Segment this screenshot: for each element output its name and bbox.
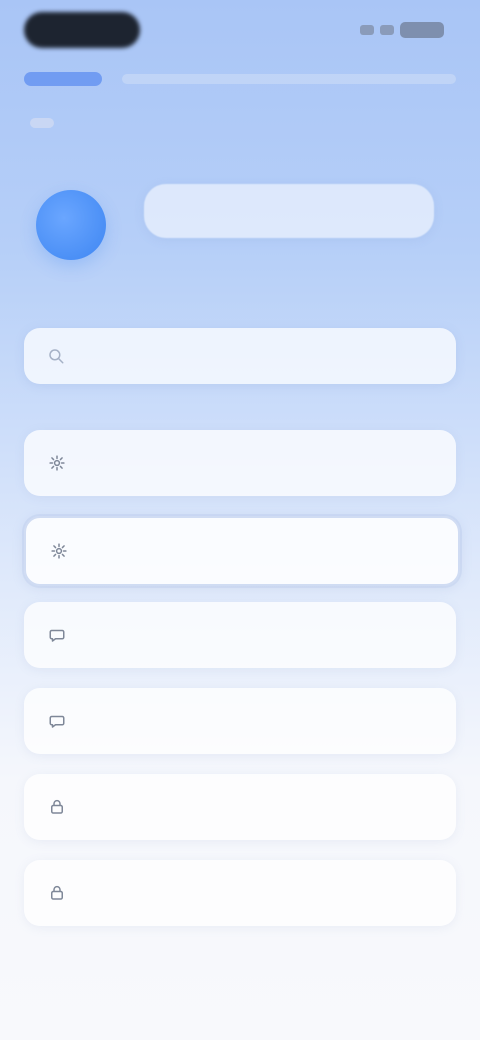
signal-icon (360, 25, 374, 35)
gear-icon (46, 452, 68, 474)
list-item[interactable] (24, 860, 456, 926)
avatar[interactable] (36, 190, 106, 260)
search-input[interactable] (84, 346, 428, 366)
lock-icon (46, 796, 68, 818)
chat-icon (46, 624, 68, 646)
small-label (30, 118, 54, 128)
list-item[interactable] (24, 688, 456, 754)
lock-icon (46, 882, 68, 904)
profile-name-pill[interactable] (144, 184, 434, 238)
chat-icon (46, 710, 68, 732)
profile-card[interactable] (36, 184, 444, 264)
wifi-icon (380, 25, 394, 35)
status-bar (0, 0, 480, 64)
search-icon (44, 344, 68, 368)
list-item[interactable] (24, 602, 456, 668)
bottom-fade (0, 960, 480, 1040)
tab-rest[interactable] (122, 74, 456, 84)
status-pill (24, 12, 140, 48)
list-item-selected[interactable] (24, 516, 460, 586)
list-item[interactable] (24, 774, 456, 840)
search-box[interactable] (24, 328, 456, 384)
battery-icon (400, 22, 444, 38)
list-item[interactable] (24, 430, 456, 496)
tab-active[interactable] (24, 72, 102, 86)
top-tabs (24, 66, 456, 92)
gear-icon (48, 540, 70, 562)
status-icons (360, 22, 444, 38)
